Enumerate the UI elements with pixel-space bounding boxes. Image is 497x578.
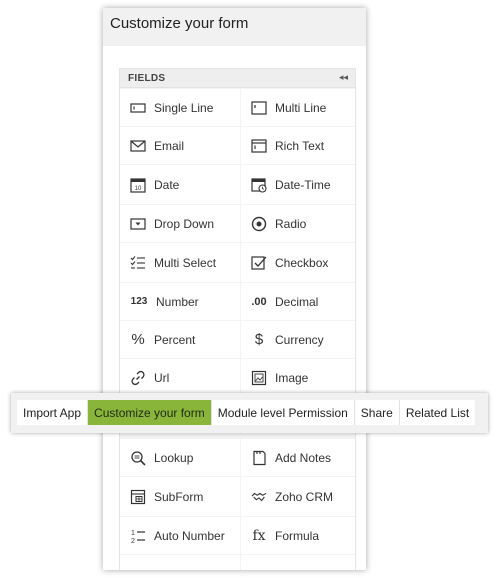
- image-icon: [251, 370, 267, 386]
- svg-text:10: 10: [135, 186, 142, 192]
- field-zoho-crm[interactable]: Zoho CRM: [241, 477, 355, 516]
- tab-customize-your-form[interactable]: Customize your form: [88, 400, 212, 425]
- formula-icon: fx: [252, 527, 266, 544]
- svg-text:1: 1: [131, 530, 135, 537]
- lookup-icon: [130, 450, 146, 466]
- field-url[interactable]: Url: [120, 359, 240, 396]
- multi-line-icon: [251, 100, 267, 116]
- field-date[interactable]: 10 Date: [120, 165, 240, 204]
- percent-icon: %: [131, 331, 145, 348]
- url-icon: [130, 370, 146, 386]
- panel-title: Customize your form: [110, 15, 249, 32]
- fields-label: FIELDS: [128, 73, 166, 84]
- multi-select-icon: [130, 255, 146, 271]
- menu-tabs: Import App Customize your form Module le…: [17, 400, 476, 425]
- field-formula[interactable]: fx Formula: [241, 517, 355, 554]
- field-lookup[interactable]: Lookup: [120, 439, 240, 476]
- field-add-notes[interactable]: Add Notes: [241, 439, 355, 476]
- date-time-icon: [251, 177, 267, 193]
- add-notes-icon: [251, 450, 267, 466]
- zoho-crm-icon: [251, 489, 267, 505]
- field-single-line[interactable]: Single Line: [120, 89, 240, 126]
- field-multi-select[interactable]: Multi Select: [120, 243, 240, 282]
- collapse-icon[interactable]: ◂◂: [339, 72, 348, 83]
- svg-text:2: 2: [131, 538, 135, 544]
- checkbox-icon: [251, 255, 267, 271]
- tab-related-list[interactable]: Related List: [400, 400, 475, 425]
- top-menu-toolbar: Import App Customize your form Module le…: [11, 393, 488, 433]
- field-number[interactable]: 123 Number: [120, 283, 240, 320]
- tab-import-app[interactable]: Import App: [17, 400, 89, 425]
- field-partial-right: [241, 555, 355, 570]
- field-partial-left: [120, 555, 240, 570]
- number-icon: 123: [130, 296, 148, 307]
- dropdown-icon: [130, 216, 146, 232]
- field-subform[interactable]: SubForm: [120, 477, 240, 516]
- field-percent[interactable]: % Percent: [120, 321, 240, 358]
- field-date-time[interactable]: Date-Time: [241, 165, 355, 204]
- field-decimal[interactable]: .00 Decimal: [241, 283, 355, 320]
- field-image[interactable]: Image: [241, 359, 355, 396]
- field-radio[interactable]: Radio: [241, 205, 355, 242]
- customize-form-panel: Customize your form FIELDS ◂◂ Single Lin…: [103, 8, 366, 570]
- single-line-icon: [130, 100, 146, 116]
- field-auto-number[interactable]: 12 Auto Number: [120, 517, 240, 554]
- field-checkbox[interactable]: Checkbox: [241, 243, 355, 282]
- tab-share[interactable]: Share: [355, 400, 400, 425]
- email-icon: [130, 138, 146, 154]
- field-multi-line[interactable]: Multi Line: [241, 89, 355, 126]
- date-icon: 10: [130, 177, 146, 193]
- field-currency[interactable]: $ Currency: [241, 321, 355, 358]
- radio-icon: [251, 216, 267, 232]
- field-email[interactable]: Email: [120, 127, 240, 164]
- decimal-icon: .00: [251, 295, 267, 308]
- fields-header: FIELDS ◂◂: [120, 69, 355, 88]
- currency-icon: $: [254, 331, 264, 348]
- fields-box: FIELDS ◂◂ Single Line Multi Line Email R…: [119, 68, 356, 570]
- rich-text-icon: [251, 138, 267, 154]
- field-drop-down[interactable]: Drop Down: [120, 205, 240, 242]
- field-rich-text[interactable]: Rich Text: [241, 127, 355, 164]
- subform-icon: [130, 489, 146, 505]
- auto-number-icon: 12: [130, 528, 146, 544]
- panel-header: Customize your form: [103, 8, 366, 46]
- tab-module-level-permission[interactable]: Module level Permission: [212, 400, 355, 425]
